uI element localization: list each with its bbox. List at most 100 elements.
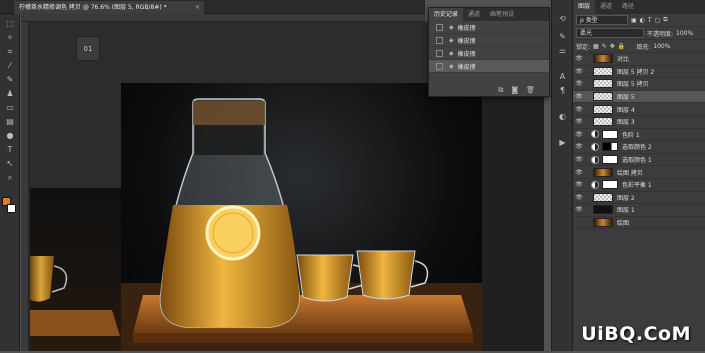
- actions-icon[interactable]: ▶: [556, 136, 569, 148]
- text-tool-icon[interactable]: T: [3, 144, 17, 155]
- background-color-swatch[interactable]: [7, 204, 16, 213]
- magic-wand-tool-icon[interactable]: ✧: [3, 32, 17, 43]
- close-tab-icon[interactable]: ×: [195, 1, 200, 14]
- filter-shape-icon[interactable]: ▢: [655, 17, 661, 24]
- burn-tool-icon[interactable]: ●: [3, 130, 17, 141]
- layer-mask-thumbnail[interactable]: [602, 155, 618, 164]
- crop-tool-icon[interactable]: ⌗: [3, 46, 17, 57]
- history-panel-tabs: 历史记录 通道 画笔预设: [429, 8, 549, 21]
- clone-stamp-tool-icon[interactable]: ♟: [3, 88, 17, 99]
- layer-row[interactable]: 👁图层 5: [573, 91, 705, 104]
- blend-mode-select[interactable]: 柔光: [576, 28, 644, 38]
- document-tab[interactable]: 柠檬茶水精修调色 拷贝 @ 76.6% (图层 5, RGB/8#) * ×: [14, 1, 204, 14]
- visibility-eye-icon[interactable]: 👁: [573, 143, 585, 150]
- adjustments-icon[interactable]: ⚌: [556, 44, 569, 56]
- layer-row[interactable]: 👁 图层 1: [573, 204, 705, 217]
- visibility-eye-icon[interactable]: 👁: [573, 194, 585, 201]
- lock-move-icon[interactable]: ✥: [610, 43, 615, 50]
- layer-row[interactable]: 👁选取颜色 1: [573, 154, 705, 167]
- adjustment-layer-icon: [591, 156, 599, 164]
- layer-row[interactable]: 👁图层 5 拷贝 2: [573, 66, 705, 79]
- layer-row[interactable]: 👁图层 4: [573, 103, 705, 116]
- filter-pixel-icon[interactable]: ▣: [631, 17, 637, 24]
- visibility-eye-icon[interactable]: 👁: [573, 80, 585, 87]
- visibility-eye-icon[interactable]: 👁: [573, 156, 585, 163]
- gradient-tool-icon[interactable]: ▤: [3, 116, 17, 127]
- visibility-eye-icon[interactable]: 👁: [573, 131, 585, 138]
- marquee-tool-icon[interactable]: ⬚: [3, 18, 17, 29]
- lock-paint-icon[interactable]: ✎: [602, 43, 607, 50]
- eraser-tool-icon[interactable]: ▭: [3, 102, 17, 113]
- zoom-tool-icon[interactable]: ⌕: [3, 172, 17, 183]
- layer-name: 绘图 拷贝: [617, 168, 643, 177]
- brush-tool-icon[interactable]: ✎: [3, 74, 17, 85]
- tab-layers[interactable]: 图层: [573, 0, 595, 14]
- path-select-tool-icon[interactable]: ↖: [3, 158, 17, 169]
- visibility-eye-icon[interactable]: 👁: [573, 181, 585, 188]
- visibility-eye-icon[interactable]: 👁: [573, 169, 585, 176]
- brush-panel-icon[interactable]: ✎: [556, 30, 569, 42]
- fill-label: 填充:: [636, 42, 650, 51]
- eraser-icon: ◈: [449, 24, 454, 31]
- visibility-eye-icon[interactable]: 👁: [573, 106, 585, 113]
- history-item[interactable]: ◈橡皮擦: [429, 21, 549, 34]
- layer-name: 图层 1: [617, 205, 635, 214]
- lock-all-icon[interactable]: 🔒: [618, 43, 625, 50]
- layer-row[interactable]: 👁 选取颜色 2: [573, 141, 705, 154]
- eyedropper-tool-icon[interactable]: ⁄: [3, 60, 17, 71]
- layer-name: 选取颜色 2: [622, 142, 652, 151]
- layer-thumbnail: [593, 105, 613, 114]
- eraser-icon: ◈: [449, 37, 454, 44]
- paragraph-panel-icon[interactable]: ¶: [556, 84, 569, 96]
- filter-adjust-icon[interactable]: ◐: [640, 17, 645, 24]
- visibility-eye-icon[interactable]: 👁: [573, 68, 585, 75]
- lemon-tea-photo: [121, 83, 482, 351]
- blend-row: 柔光 不透明度: 100%: [573, 27, 705, 40]
- layer-mask-thumbnail[interactable]: [602, 130, 618, 139]
- layer-name: 色彩平衡 1: [622, 180, 652, 189]
- layer-row[interactable]: 绘图: [573, 217, 705, 230]
- layer-row[interactable]: 👁 色彩平衡 1: [573, 179, 705, 192]
- tab-channels[interactable]: 通道: [463, 8, 485, 21]
- swatches-icon[interactable]: ◐: [556, 110, 569, 122]
- filter-smart-icon[interactable]: ⧉: [663, 16, 667, 24]
- layer-row[interactable]: 👁 图层 2: [573, 192, 705, 205]
- layer-list: 👁对比👁图层 5 拷贝 2👁图层 5 拷贝👁图层 5👁图层 4👁图层 3👁色阶 …: [573, 53, 705, 229]
- new-document-from-state-icon[interactable]: ⧉: [498, 86, 503, 95]
- layer-row[interactable]: 👁图层 5 拷贝: [573, 78, 705, 91]
- history-item-selected[interactable]: ◈橡皮擦: [429, 60, 549, 73]
- document-canvas-image[interactable]: [121, 83, 482, 351]
- snapshot-icon[interactable]: ◙: [511, 86, 518, 94]
- history-panel: 历史记录 通道 画笔预设 ◈橡皮擦 ◈橡皮擦 ◈橡皮擦 ◈橡皮擦 ⧉ ◙ 🗑: [428, 7, 550, 97]
- type-panel-icon[interactable]: A: [556, 70, 569, 82]
- lock-pixels-icon[interactable]: ▦: [593, 43, 599, 50]
- layer-row[interactable]: 👁图层 3: [573, 116, 705, 129]
- floating-panel-button[interactable]: 01: [76, 36, 100, 61]
- layer-row[interactable]: 👁对比: [573, 53, 705, 66]
- visibility-eye-icon[interactable]: 👁: [573, 55, 585, 62]
- layer-mask-thumbnail[interactable]: [602, 142, 618, 151]
- opacity-input[interactable]: 100%: [676, 30, 693, 37]
- history-item[interactable]: ◈橡皮擦: [429, 47, 549, 60]
- layer-row[interactable]: 👁 绘图 拷贝: [573, 166, 705, 179]
- visibility-eye-icon[interactable]: 👁: [573, 206, 585, 213]
- layer-filter-select[interactable]: ρ 类型: [576, 15, 628, 25]
- trash-icon[interactable]: 🗑: [526, 86, 535, 94]
- tab-paths[interactable]: 路径: [617, 0, 639, 14]
- history-item[interactable]: ◈橡皮擦: [429, 34, 549, 47]
- layer-mask-thumbnail[interactable]: [602, 180, 618, 189]
- panel-dock-strip: ⟲ ✎ ⚌ A ¶ ◐ ▶: [551, 0, 572, 351]
- visibility-eye-icon[interactable]: 👁: [573, 118, 585, 125]
- tab-history[interactable]: 历史记录: [429, 8, 463, 21]
- history-panel-icon[interactable]: ⟲: [556, 12, 569, 24]
- layer-name: 图层 2: [617, 193, 635, 202]
- layer-thumbnail: [593, 67, 613, 76]
- tab-brush-presets[interactable]: 画笔预设: [485, 8, 519, 21]
- tab-channels[interactable]: 通道: [595, 0, 617, 14]
- adjustment-layer-icon: [591, 181, 599, 189]
- fill-input[interactable]: 100%: [653, 43, 670, 50]
- layer-row[interactable]: 👁色阶 1: [573, 129, 705, 142]
- visibility-eye-icon[interactable]: 👁: [573, 93, 585, 100]
- adjustment-layer-icon: [591, 130, 599, 138]
- filter-type-icon[interactable]: T: [648, 17, 652, 24]
